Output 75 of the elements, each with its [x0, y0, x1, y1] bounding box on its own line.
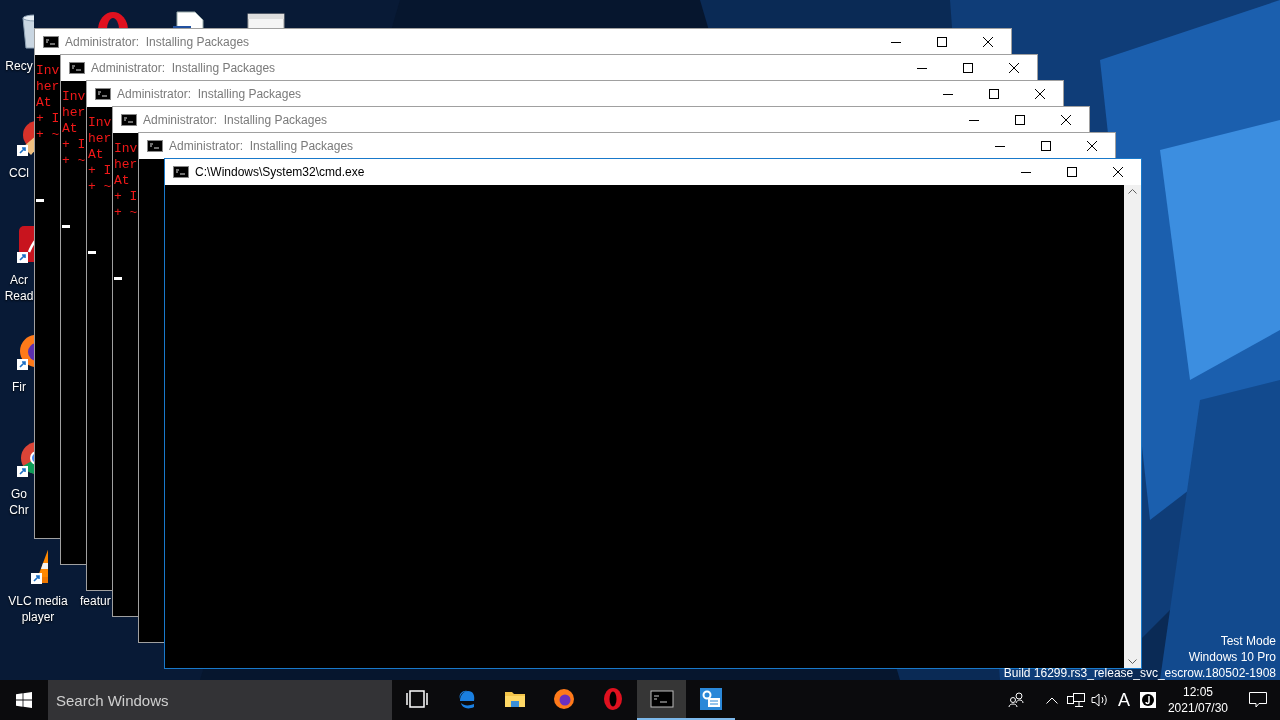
- speech-bubble-icon: [1249, 692, 1267, 708]
- chevron-up-icon: [1045, 696, 1058, 704]
- window-title: Administrator: Installing Packages: [65, 35, 251, 49]
- maximize-icon: [1015, 115, 1025, 125]
- reader-icon[interactable]: [15, 224, 34, 264]
- console-line: + ~: [88, 179, 112, 195]
- terminal-icon: [43, 36, 59, 48]
- fox-globe-icon: [551, 687, 576, 711]
- input-method-indicator[interactable]: A: [1111, 689, 1136, 711]
- console-line: + I: [36, 111, 60, 127]
- close-icon: [1061, 115, 1071, 125]
- console-line: At: [114, 173, 130, 189]
- scroll-up-icon[interactable]: [1128, 189, 1137, 194]
- console-line: her: [62, 105, 86, 121]
- window-title: Administrator: Installing Packages: [91, 61, 277, 75]
- console-line: + ~: [114, 205, 138, 221]
- terminal-taskbar-button[interactable]: [637, 680, 686, 720]
- console-line: + ~: [62, 153, 86, 169]
- task-view-icon: [404, 687, 429, 711]
- windows-logo-icon: [16, 692, 32, 708]
- window-title: C:\Windows\System32\cmd.exe: [195, 165, 366, 179]
- icon-label[interactable]: Fir: [4, 379, 34, 395]
- system-info-text: Build 16299.rs3_release_svc_escrow.180502-1908: [1003, 665, 1276, 680]
- close-icon: [1009, 63, 1019, 73]
- terminal-icon: [649, 687, 674, 711]
- terminal-icon: [121, 114, 137, 126]
- icon-label[interactable]: Acr Read: [4, 272, 34, 304]
- search-field[interactable]: Search Windows: [48, 680, 392, 720]
- maximize-icon: [937, 37, 947, 47]
- volume-icon: [1090, 692, 1109, 708]
- icon-label[interactable]: featur: [80, 593, 110, 609]
- console-line: Inv: [36, 63, 60, 79]
- icon-label[interactable]: Recy: [4, 58, 34, 74]
- terminal-icon: [147, 140, 163, 152]
- terminal-icon: [173, 166, 189, 178]
- console-line: + I: [88, 163, 112, 179]
- clock-date[interactable]: 2021/07/30: [1167, 700, 1228, 716]
- people-icon: [1007, 692, 1024, 708]
- icon-label[interactable]: Go Chr: [4, 486, 34, 518]
- window-file-icon[interactable]: [245, 10, 287, 28]
- window-title: Administrator: Installing Packages: [169, 139, 355, 153]
- console-line: her: [36, 79, 60, 95]
- maximize-icon: [1041, 141, 1051, 151]
- close-icon: [1087, 141, 1097, 151]
- scroll-down-icon[interactable]: [1128, 659, 1137, 664]
- close-icon: [1035, 89, 1045, 99]
- console-line: her: [114, 157, 138, 173]
- maximize-icon: [989, 89, 999, 99]
- system-info-text: Test Mode: [1220, 633, 1276, 649]
- maximize-icon: [963, 63, 973, 73]
- terminal-icon: [95, 88, 111, 100]
- icon-label[interactable]: VLC media player: [2, 593, 74, 625]
- icon-label[interactable]: CCl: [4, 165, 34, 181]
- maximize-icon: [1067, 167, 1077, 177]
- console-line: At: [88, 147, 104, 163]
- console-line: + ~: [36, 127, 60, 143]
- console-line: Inv: [88, 115, 112, 131]
- settings-app-icon: [698, 687, 723, 711]
- window-title: Administrator: Installing Packages: [117, 87, 303, 101]
- console-line: Inv: [114, 141, 138, 157]
- clock-time[interactable]: 12:05: [1182, 684, 1213, 700]
- close-icon: [1113, 167, 1123, 177]
- console-line: At: [62, 121, 78, 137]
- scrollbar[interactable]: [1124, 185, 1141, 668]
- system-info-text: Windows 10 Pro: [1188, 649, 1276, 665]
- window-title: Administrator: Installing Packages: [143, 113, 329, 127]
- close-icon: [983, 37, 993, 47]
- network-icon: [1066, 692, 1085, 708]
- terminal-icon: [69, 62, 85, 74]
- j-letter-icon: [1139, 692, 1156, 708]
- console-line: + I: [114, 189, 138, 205]
- console-line: At: [36, 95, 52, 111]
- console-line: Inv: [62, 89, 86, 105]
- console-line: her: [88, 131, 112, 147]
- console-line: + I: [62, 137, 86, 153]
